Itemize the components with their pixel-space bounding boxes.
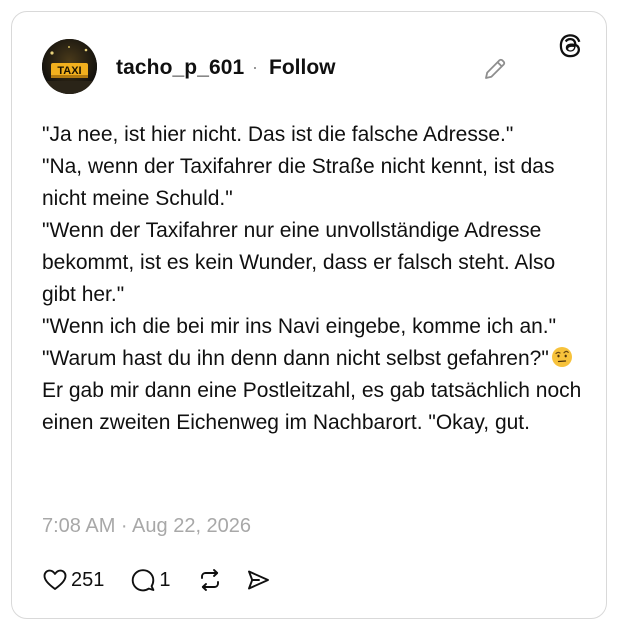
separator-dot: · [252, 57, 258, 77]
threads-logo-icon[interactable] [557, 31, 585, 59]
avatar-sign-text: TAXI [57, 65, 81, 77]
username-link[interactable]: tacho_p_601 [116, 56, 244, 80]
post-text-segment: "Warum hast du ihn denn dann nicht selbs… [42, 347, 549, 370]
reply-button[interactable]: 1 [130, 567, 171, 593]
likes-count: 251 [71, 568, 105, 591]
post-timestamp: 7:08 AM · Aug 22, 2026 [42, 515, 252, 537]
post-paragraph: "Na, wenn der Taxifahrer die Straße nich… [42, 155, 555, 210]
post-paragraph: "Wenn ich die bei mir ins Navi eingebe, … [42, 315, 557, 338]
repost-button[interactable] [197, 567, 223, 593]
post-body: "Ja nee, ist hier nicht. Das ist die fal… [42, 119, 582, 439]
post-paragraph: "Ja nee, ist hier nicht. Das ist die fal… [42, 123, 514, 146]
heart-icon [43, 569, 67, 590]
face-with-raised-eyebrow-emoji [551, 347, 572, 367]
post-paragraph-last: "Warum hast du ihn denn dann nicht selbs… [42, 343, 582, 439]
send-icon [247, 570, 269, 590]
post-card: TAXI tacho_p_601 · Follow "Ja nee, ist h… [11, 11, 607, 619]
follow-button[interactable]: Follow [269, 56, 336, 80]
post-text-segment: Er gab mir dann eine Postleitzahl, es ga… [42, 379, 582, 434]
action-bar: 251 1 [42, 565, 271, 595]
comment-icon [132, 569, 155, 592]
pencil-icon[interactable] [482, 56, 508, 82]
repost-icon [200, 569, 219, 591]
like-button[interactable]: 251 [42, 567, 104, 593]
post-paragraph: "Wenn der Taxifahrer nur eine unvollstän… [42, 219, 556, 306]
replies-count: 1 [159, 568, 171, 591]
share-button[interactable] [245, 567, 271, 593]
avatar[interactable]: TAXI [42, 39, 97, 94]
taxi-sign-image: TAXI [42, 39, 97, 94]
